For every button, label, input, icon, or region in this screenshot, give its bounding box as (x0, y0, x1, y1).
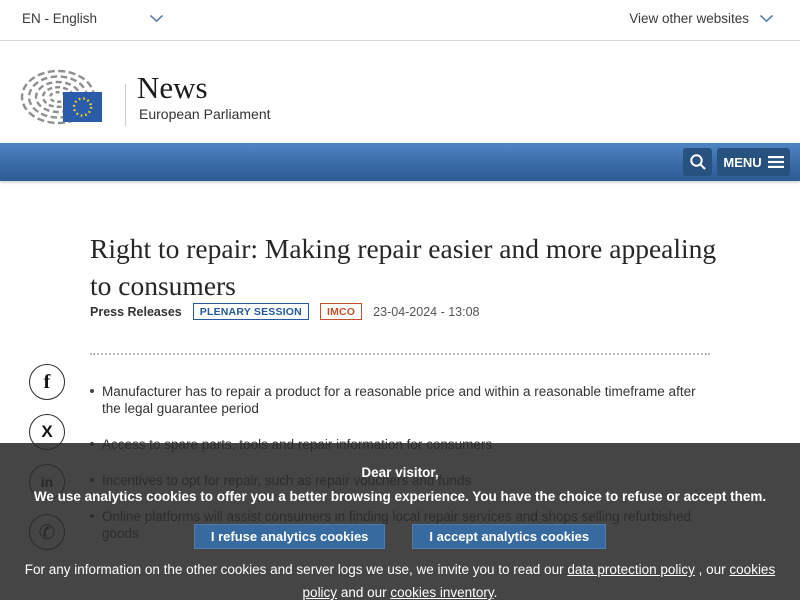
view-other-websites-label: View other websites (629, 11, 749, 26)
site-title[interactable]: News (137, 70, 208, 106)
hamburger-icon (768, 156, 784, 168)
cookie-info-part3: and our (337, 585, 390, 600)
cookie-buttons-row: I refuse analytics cookies I accept anal… (0, 524, 800, 549)
page: EN - English View other websites (0, 0, 800, 600)
x-twitter-icon: X (41, 422, 52, 442)
cookies-inventory-link[interactable]: cookies inventory (390, 585, 493, 600)
cookie-info-text: For any information on the other cookies… (10, 558, 790, 600)
imco-committee-badge[interactable]: IMCO (320, 303, 362, 320)
article-meta: Press Releases PLENARY SESSION IMCO 23-0… (90, 303, 480, 320)
cookie-message: We use analytics cookies to offer you a … (0, 489, 800, 504)
cookie-consent-overlay: Dear visitor, We use analytics cookies t… (0, 443, 800, 600)
view-other-websites[interactable]: View other websites (629, 11, 774, 26)
site-header: News European Parliament (0, 42, 800, 143)
chevron-down-icon (149, 14, 164, 23)
data-protection-policy-link[interactable]: data protection policy (567, 562, 695, 577)
plenary-session-badge[interactable]: PLENARY SESSION (193, 303, 309, 320)
cookie-greeting: Dear visitor, (0, 465, 800, 480)
category-label: Press Releases (90, 305, 182, 319)
logo-divider (125, 84, 126, 126)
menu-label: MENU (723, 155, 761, 170)
article-title: Right to repair: Making repair easier an… (90, 230, 722, 304)
list-item: Manufacturer has to repair a product for… (90, 383, 702, 417)
share-facebook-button[interactable]: f (29, 364, 65, 400)
cookie-info-part4: . (494, 585, 498, 600)
menu-button[interactable]: MENU (717, 148, 790, 176)
chevron-down-icon (759, 14, 774, 23)
european-parliament-logo-icon[interactable] (20, 68, 102, 126)
facebook-icon: f (44, 371, 51, 394)
main-navbar: MENU (0, 143, 800, 181)
search-icon (689, 153, 707, 171)
refuse-cookies-button[interactable]: I refuse analytics cookies (194, 524, 386, 549)
top-utility-bar: EN - English View other websites (0, 0, 800, 41)
language-label: EN - English (22, 11, 97, 26)
article-timestamp: 23-04-2024 - 13:08 (373, 305, 479, 319)
search-button[interactable] (683, 148, 712, 176)
language-selector[interactable]: EN - English (22, 11, 164, 26)
accept-cookies-button[interactable]: I accept analytics cookies (412, 524, 606, 549)
dotted-divider (90, 353, 710, 355)
site-subtitle: European Parliament (139, 106, 271, 122)
cookie-info-part2: , our (695, 562, 730, 577)
cookie-info-part1: For any information on the other cookies… (25, 562, 568, 577)
